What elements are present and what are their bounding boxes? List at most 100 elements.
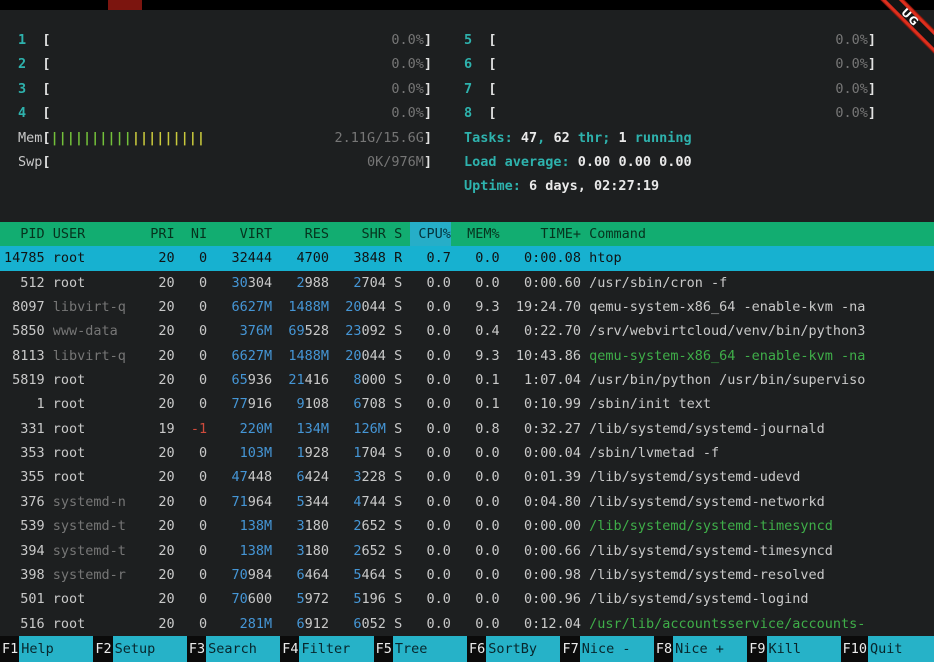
function-key-bar: F1HelpF2SetupF3SearchF4FilterF5TreeF6Sor…	[0, 636, 934, 662]
cell-virt: 65936	[215, 368, 272, 392]
cell-ni: 0	[183, 368, 207, 392]
cell-pri: 20	[134, 514, 175, 538]
cell-s: S	[394, 539, 402, 563]
cell-s: S	[394, 392, 402, 416]
cell-pri: 20	[134, 490, 175, 514]
column-header-user[interactable]: USER	[53, 222, 126, 246]
cell-time: 10:43.86	[508, 344, 581, 368]
cell-ni: 0	[183, 295, 207, 319]
cell-pid: 14785	[4, 246, 45, 270]
process-row[interactable]: 8097libvirt-q2006627M1488M20044S0.09.319…	[0, 295, 934, 319]
column-header-cmd[interactable]: Command	[589, 222, 934, 246]
cell-time: 0:12.04	[508, 612, 581, 636]
process-row[interactable]: 512root2003030429882704S0.00.00:00.60/us…	[0, 271, 934, 295]
column-header-virt[interactable]: VIRT	[215, 222, 272, 246]
process-row[interactable]: 539systemd-t200138M31802652S0.00.00:00.0…	[0, 514, 934, 538]
process-row[interactable]: 376systemd-n2007196453444744S0.00.00:04.…	[0, 490, 934, 514]
cpu-meter-2: 2 [0.0%]	[18, 52, 432, 76]
cell-shr: 5464	[337, 563, 386, 587]
column-header-ni[interactable]: NI	[183, 222, 207, 246]
cell-cpu: 0.0	[410, 319, 451, 343]
fkey-item-F6[interactable]: F6SortBy	[467, 636, 560, 662]
process-row[interactable]: 5850www-data200376M6952823092S0.00.40:22…	[0, 319, 934, 343]
column-header-cpu[interactable]: CPU%	[410, 222, 451, 246]
cell-pri: 20	[134, 319, 175, 343]
top-bar	[0, 0, 934, 10]
column-header-time[interactable]: TIME+	[508, 222, 581, 246]
cell-cpu: 0.0	[410, 465, 451, 489]
cell-res: 21416	[280, 368, 329, 392]
process-row[interactable]: 1root2007791691086708S0.00.10:10.99/sbin…	[0, 392, 934, 416]
cell-s: R	[394, 246, 402, 270]
cell-pri: 20	[134, 392, 175, 416]
fkey-action-F5: Tree	[393, 636, 467, 662]
fkey-item-F9[interactable]: F9Kill	[747, 636, 840, 662]
fkey-label-F4: F4	[280, 636, 299, 662]
fkey-label-F5: F5	[374, 636, 393, 662]
cell-shr: 3228	[337, 465, 386, 489]
fkey-item-F7[interactable]: F7Nice -	[560, 636, 653, 662]
cell-pid: 501	[4, 587, 45, 611]
cell-ni: 0	[183, 514, 207, 538]
cell-shr: 4744	[337, 490, 386, 514]
cell-mem: 0.1	[459, 368, 500, 392]
cell-cmd: /lib/systemd/systemd-logind	[589, 587, 934, 611]
fkey-label-F8: F8	[654, 636, 673, 662]
cell-pri: 19	[134, 417, 175, 441]
cell-mem: 9.3	[459, 344, 500, 368]
cell-pri: 20	[134, 587, 175, 611]
cell-cpu: 0.0	[410, 612, 451, 636]
fkey-item-F8[interactable]: F8Nice +	[654, 636, 747, 662]
cell-cpu: 0.0	[410, 441, 451, 465]
column-header-pri[interactable]: PRI	[134, 222, 175, 246]
cell-pri: 20	[134, 295, 175, 319]
fkey-item-F3[interactable]: F3Search	[187, 636, 280, 662]
cell-virt: 71964	[215, 490, 272, 514]
cell-ni: 0	[183, 392, 207, 416]
cell-mem: 0.0	[459, 271, 500, 295]
cell-time: 0:10.99	[508, 392, 581, 416]
fkey-item-F5[interactable]: F5Tree	[374, 636, 467, 662]
cell-ni: 0	[183, 539, 207, 563]
cell-cpu: 0.0	[410, 587, 451, 611]
cell-user: libvirt-q	[53, 295, 126, 319]
cell-cmd: /lib/systemd/systemd-journald	[589, 417, 934, 441]
cpu-meter-1: 1 [0.0%]	[18, 28, 432, 52]
column-header-pid[interactable]: PID	[4, 222, 45, 246]
column-header-s[interactable]: S	[394, 222, 402, 246]
cell-pid: 376	[4, 490, 45, 514]
fkey-action-F8: Nice +	[673, 636, 747, 662]
fkey-item-F10[interactable]: F10Quit	[841, 636, 934, 662]
fkey-action-F3: Search	[206, 636, 280, 662]
process-row[interactable]: 501root2007060059725196S0.00.00:00.96/li…	[0, 587, 934, 611]
fkey-action-F4: Filter	[299, 636, 373, 662]
fkey-item-F2[interactable]: F2Setup	[93, 636, 186, 662]
cell-ni: -1	[183, 417, 207, 441]
process-row[interactable]: 331root19-1220M134M126MS0.00.80:32.27/li…	[0, 417, 934, 441]
process-row[interactable]: 394systemd-t200138M31802652S0.00.00:00.6…	[0, 539, 934, 563]
cell-pri: 20	[134, 465, 175, 489]
cell-pid: 398	[4, 563, 45, 587]
process-row[interactable]: 5819root20065936214168000S0.00.11:07.04/…	[0, 368, 934, 392]
fkey-action-F6: SortBy	[486, 636, 560, 662]
process-row[interactable]: 8113libvirt-q2006627M1488M20044S0.09.310…	[0, 344, 934, 368]
process-row[interactable]: 353root200103M19281704S0.00.00:00.04/sbi…	[0, 441, 934, 465]
cell-pri: 20	[134, 344, 175, 368]
column-header-shr[interactable]: SHR	[337, 222, 386, 246]
process-row[interactable]: 516root200281M69126052S0.00.00:12.04/usr…	[0, 612, 934, 636]
process-row[interactable]: 355root2004744864243228S0.00.00:01.39/li…	[0, 465, 934, 489]
cell-virt: 70600	[215, 587, 272, 611]
cell-user: root	[53, 368, 126, 392]
fkey-item-F1[interactable]: F1Help	[0, 636, 93, 662]
swap-meter: Swp[0K/976M]	[18, 150, 432, 174]
cell-virt: 220M	[215, 417, 272, 441]
column-header-mem[interactable]: MEM%	[459, 222, 500, 246]
cell-shr: 8000	[337, 368, 386, 392]
fkey-item-F4[interactable]: F4Filter	[280, 636, 373, 662]
cell-cmd: /lib/systemd/systemd-udevd	[589, 465, 934, 489]
cell-virt: 47448	[215, 465, 272, 489]
cell-virt: 103M	[215, 441, 272, 465]
column-header-res[interactable]: RES	[280, 222, 329, 246]
process-row[interactable]: 398systemd-r2007098464645464S0.00.00:00.…	[0, 563, 934, 587]
process-row[interactable]: 14785root2003244447003848R0.70.00:00.08h…	[0, 246, 934, 270]
